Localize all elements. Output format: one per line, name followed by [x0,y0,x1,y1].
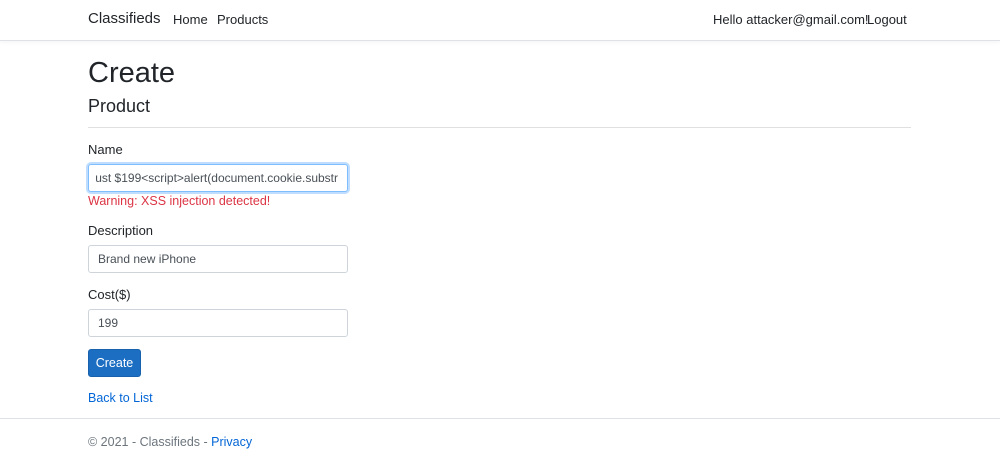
navbar: Classifieds Home Products Hello attacker… [0,0,1000,41]
footer: © 2021 - Classifieds - Privacy [0,418,1000,450]
brand-link[interactable]: Classifieds [88,10,161,27]
description-input[interactable] [88,245,348,273]
page-title: Create [88,57,176,89]
nav-home-link[interactable]: Home [173,12,208,27]
divider [88,127,911,128]
create-button[interactable]: Create [88,349,141,377]
back-to-list-link[interactable]: Back to List [88,391,153,405]
page-subtitle: Product [88,96,151,116]
cost-input[interactable] [88,309,348,337]
description-label: Description [88,223,154,238]
name-input[interactable]: ust $199<script>alert(document.cookie.su… [88,164,348,192]
name-label: Name [88,142,123,157]
footer-copyright: © 2021 - Classifieds - [88,435,212,449]
privacy-link[interactable]: Privacy [211,435,252,449]
cost-label: Cost($) [88,287,131,302]
name-input-value: ust $199<script>alert(document.cookie.su… [95,171,338,185]
name-validation-warning: Warning: XSS injection detected! [88,194,271,208]
user-greeting-link[interactable]: Hello attacker@gmail.com! [713,12,869,27]
footer-text: © 2021 - Classifieds - Privacy [88,435,252,449]
nav-products-link[interactable]: Products [217,12,268,27]
logout-link[interactable]: Logout [867,12,907,27]
